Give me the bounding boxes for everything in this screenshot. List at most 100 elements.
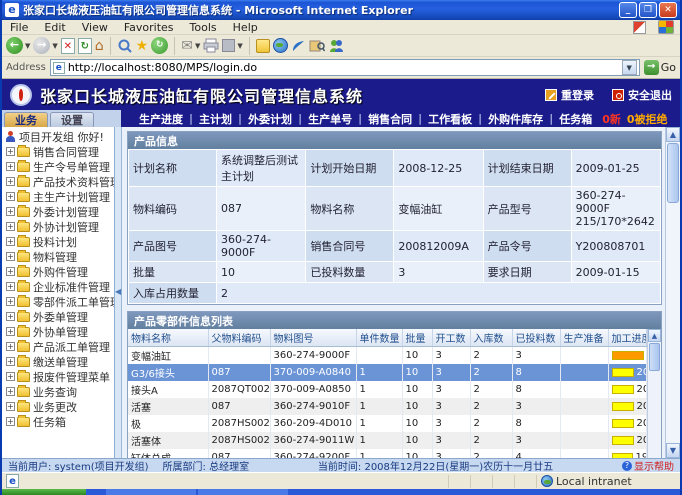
taskbar-button[interactable] [106,489,196,495]
parts-row-2[interactable]: 接头A2087QT002370-009-A085011032820 % [128,381,647,398]
col-header[interactable]: 加工进度 [608,329,647,347]
expand-icon[interactable]: + [6,177,15,186]
main-scrollbar[interactable]: ▲ ▼ [665,127,680,458]
tree-item-5[interactable]: +外协计划管理 [4,219,114,234]
parts-row-4[interactable]: 极2087HS002360-209-4D01011032820 % [128,415,647,432]
parts-row-5[interactable]: 活塞体2087HS002360-274-9011W11032320 % [128,432,647,449]
main-scroll-down-icon[interactable]: ▼ [666,443,680,458]
tree-item-4[interactable]: +外委计划管理 [4,204,114,219]
tree-item-16[interactable]: +业务查询 [4,384,114,399]
tree-item-10[interactable]: +零部件派工单管理 [4,294,114,309]
browser-globe-icon[interactable] [273,38,288,53]
col-header[interactable]: 父物料编码 [208,329,270,347]
nav-link-0[interactable]: 生产进度 [135,111,187,127]
forward-dropdown-icon[interactable]: ▼ [52,42,57,50]
expand-icon[interactable]: + [6,222,15,231]
history-icon[interactable]: ↻ [151,37,168,54]
research-icon[interactable] [309,38,325,53]
address-input[interactable]: e http://localhost:8080/MPS/login.do ▼ [50,59,640,76]
expand-icon[interactable]: + [6,297,15,306]
forward-icon[interactable]: → [33,37,50,54]
tree-user-node[interactable]: 项目开发组 你好! [4,129,114,144]
tree-item-3[interactable]: +主生产计划管理 [4,189,114,204]
expand-icon[interactable]: + [6,282,15,291]
back-icon[interactable]: ← [6,37,23,54]
menu-item-view[interactable]: View [80,21,110,34]
back-dropdown-icon[interactable]: ▼ [25,42,30,50]
home-icon[interactable]: ⌂ [95,38,104,54]
go-button[interactable]: → Go [644,60,676,75]
tree-item-13[interactable]: +产品派工单管理 [4,339,114,354]
expand-icon[interactable]: + [6,417,15,426]
expand-icon[interactable]: + [6,357,15,366]
discuss-icon[interactable] [256,39,270,53]
tree-item-0[interactable]: +销售合同管理 [4,144,114,159]
show-help-link[interactable]: ? 显示帮助 [622,458,674,473]
tree-item-15[interactable]: +报废件管理菜单 [4,369,114,384]
parts-row-0[interactable]: 变幅油缸360-274-9000F1032329 % [128,347,647,365]
col-header[interactable]: 已投料数 [512,329,560,347]
col-header[interactable]: 生产准备 [560,329,608,347]
tree-item-17[interactable]: +业务更改 [4,399,114,414]
maximize-button[interactable]: ❐ [639,2,657,18]
tree-item-6[interactable]: +投料计划 [4,234,114,249]
tree-item-7[interactable]: +物料管理 [4,249,114,264]
tree-item-14[interactable]: +缴送单管理 [4,354,114,369]
expand-icon[interactable]: + [6,147,15,156]
edit-icon[interactable] [222,39,235,52]
relogin-button[interactable]: 重登录 [545,87,594,103]
main-scroll-up-icon[interactable]: ▲ [666,127,680,142]
nav-link-3[interactable]: 生产单号 [304,111,356,127]
nav-link-1[interactable]: 主计划 [195,111,236,127]
tree-item-9[interactable]: +企业标准件管理 [4,279,114,294]
close-button[interactable]: ✕ [659,2,677,18]
col-header[interactable]: 单件数量 [356,329,402,347]
refresh-icon[interactable]: ↻ [78,38,92,54]
expand-icon[interactable]: + [6,372,15,381]
col-header[interactable]: 入库数 [470,329,512,347]
scroll-up-icon[interactable]: ▲ [648,329,661,342]
tree-item-12[interactable]: +外协单管理 [4,324,114,339]
stop-icon[interactable]: ✕ [61,38,75,54]
expand-icon[interactable]: + [6,402,15,411]
menu-item-favorites[interactable]: Favorites [122,21,176,34]
menu-item-tools[interactable]: Tools [188,21,219,34]
minimize-button[interactable]: _ [619,2,637,18]
expand-icon[interactable]: + [6,327,15,336]
start-button[interactable] [2,489,86,495]
sidebar-splitter[interactable]: ◀ [115,127,122,458]
tree-item-8[interactable]: +外购件管理 [4,264,114,279]
parts-row-1[interactable]: G3/6接头087370-009-A084011032820 % [128,364,647,381]
expand-icon[interactable]: + [6,342,15,351]
expand-icon[interactable]: + [6,252,15,261]
expand-icon[interactable]: + [6,267,15,276]
mail-icon[interactable]: ✉ [181,38,193,54]
parts-row-3[interactable]: 活塞087360-274-9010F11032320 % [128,398,647,415]
col-header[interactable]: 开工数 [432,329,470,347]
taskbar-button[interactable] [198,489,288,495]
tree-item-11[interactable]: +外委单管理 [4,309,114,324]
col-header[interactable]: 物料名称 [128,329,208,347]
menu-item-file[interactable]: File [8,21,30,34]
favorites-icon[interactable]: ★ [136,38,149,54]
logout-button[interactable]: 安全退出 [612,87,672,103]
col-header[interactable]: 批量 [402,329,432,347]
menu-item-help[interactable]: Help [231,21,260,34]
tree-item-1[interactable]: +生产令号单管理 [4,159,114,174]
tab-业务[interactable]: 业务 [4,112,48,127]
nav-link-4[interactable]: 销售合同 [364,111,416,127]
expand-icon[interactable]: + [6,237,15,246]
nav-link-5[interactable]: 工作看板 [424,111,476,127]
nav-link-7[interactable]: 任务箱 [555,111,596,127]
expand-icon[interactable]: + [6,162,15,171]
nav-link-6[interactable]: 外购件库存 [484,111,547,127]
tab-设置[interactable]: 设置 [50,112,94,127]
expand-icon[interactable]: + [6,192,15,201]
tree-item-2[interactable]: +产品技术资料管理 [4,174,114,189]
expand-icon[interactable]: + [6,387,15,396]
address-dropdown-icon[interactable]: ▼ [622,60,637,75]
nav-link-2[interactable]: 外委计划 [244,111,296,127]
parts-row-6[interactable]: 缸体总成087360-274-9200F11032419 % [128,449,647,458]
mail-dropdown-icon[interactable]: ▼ [195,42,200,50]
search-icon[interactable] [117,38,133,54]
